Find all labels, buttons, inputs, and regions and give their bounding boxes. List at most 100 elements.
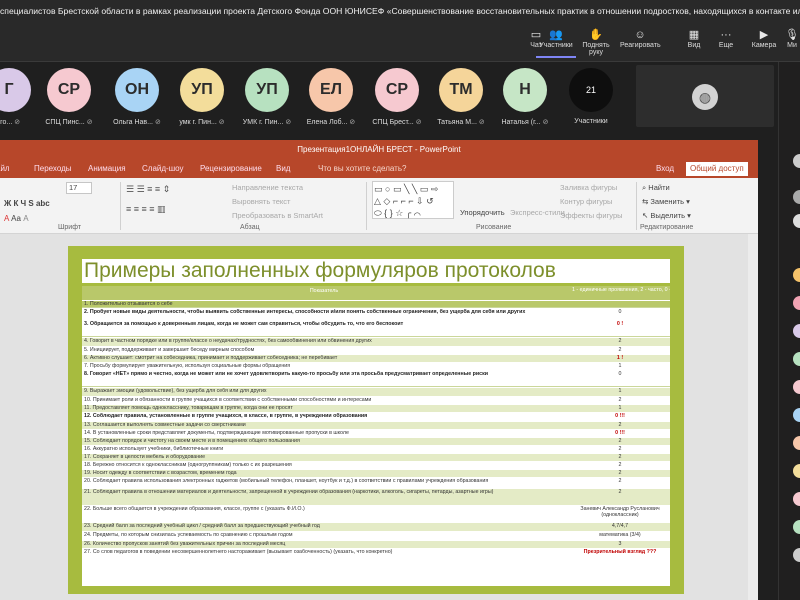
avatar: ЕЛ — [309, 68, 353, 112]
participant-avatar[interactable] — [793, 464, 800, 478]
row-value: 3 — [618, 541, 622, 547]
replace-button[interactable]: ⇆ Заменить ▾ — [642, 197, 690, 206]
participant-avatar[interactable] — [793, 324, 800, 338]
find-button[interactable]: ⌕ Найти — [642, 183, 670, 193]
ppt-tab[interactable]: Анимация — [88, 164, 126, 173]
row-value: 2 — [618, 446, 622, 452]
participant-avatar[interactable] — [793, 268, 800, 282]
row-indicator: 24. Предметы, по которым снизилась успев… — [84, 532, 293, 538]
participant-gallery: Г(го...⊘СРСПЦ Пинс...⊘ ОНОльга Нав...⊘УПу… — [0, 62, 624, 132]
participant-avatar[interactable] — [793, 296, 800, 310]
vertical-scrollbar[interactable] — [748, 234, 758, 600]
avatar: Н — [503, 68, 547, 112]
row-indicator: 20. Соблюдает правила использования элек… — [84, 478, 489, 484]
row-indicator: 10. Принимает роли и обязанности в групп… — [84, 397, 372, 403]
ribbon-group-font: Шрифт — [58, 224, 82, 231]
row-value: 2 — [618, 478, 622, 484]
row-value: 1 ! — [616, 355, 624, 361]
align-buttons[interactable]: ≡ ≡ ≡ ≡ ▥ — [126, 204, 166, 215]
participant-avatar[interactable] — [793, 408, 800, 422]
table-row: 24. Предметы, по которым снизилась успев… — [82, 532, 670, 540]
slide-title: Примеры заполненных формуляров протоколо… — [82, 259, 670, 283]
ppt-tab[interactable]: Что вы хотите сделать? — [318, 164, 406, 173]
more-icon: ··· — [720, 29, 732, 41]
participant-name-text: УМК г. Пин... — [242, 119, 284, 126]
table-row: 14. В установленные сроки представляет д… — [82, 430, 670, 437]
shape-fill-button[interactable]: Заливка фигуры — [560, 183, 617, 192]
participant-tile[interactable]: УП УМК г. Пин... ⊘ — [240, 68, 294, 132]
select-button[interactable]: ↖ Выделить ▾ — [642, 211, 691, 220]
mic-off-icon: ⊘ — [542, 119, 549, 126]
row-value: 2 — [618, 462, 622, 468]
table-row: 2. Пробует новые виды деятельности, чтоб… — [82, 309, 670, 320]
table-row: 1. Положительно отзывается о себе — [82, 301, 670, 308]
row-value: 2 — [618, 422, 622, 428]
participant-avatar[interactable] — [793, 352, 800, 366]
table-row: 7. Просьбу формулирует уважительную, исп… — [82, 363, 670, 370]
self-video-tile[interactable]: ◍ — [636, 65, 774, 127]
ppt-tab[interactable]: Переходы — [34, 164, 72, 173]
table-row: 26. Количество пропусков занятий без ува… — [82, 541, 670, 548]
shape-outline-button[interactable]: Контур фигуры — [560, 197, 612, 206]
mic-button[interactable]: 🎙 Ми — [772, 28, 800, 58]
participant-avatar[interactable] — [793, 190, 800, 204]
participant-tile[interactable]: Н Наталья (г... ⊘ — [498, 68, 552, 132]
participant-tile[interactable]: УП умк г. Пин... ⊘ — [175, 68, 229, 132]
font-size-box[interactable]: 17 — [66, 182, 92, 194]
ppt-tab[interactable]: Вид — [276, 164, 290, 173]
arrange-button[interactable]: Упорядочить — [460, 208, 505, 217]
shapes-gallery[interactable]: ▭ ○ ▭ ╲ ╲ ▭ ⇨ △ ◇ ⌐ ⌐ ⌐ ⇩ ↺ ⬭ { } ☆ ╭ ⌒ — [372, 181, 454, 219]
ppt-titlebar: Презентация1ОНЛАЙН БРЕСТ - PowerPoint — [0, 140, 758, 160]
list-buttons[interactable]: ☰ ☰ ≡ ≡ ⇕ — [126, 184, 170, 195]
participant-avatar[interactable] — [793, 492, 800, 506]
ppt-tab[interactable]: Вход — [656, 164, 674, 173]
row-indicator: 2. Пробует новые виды деятельности, чтоб… — [84, 309, 526, 315]
participant-avatar[interactable] — [793, 436, 800, 450]
font-color-button[interactable]: A Аа A — [4, 214, 29, 223]
avatar: УП — [180, 68, 224, 112]
participant-tile[interactable]: СР СПЦ Брест... ⊘ — [370, 68, 424, 132]
participant-avatar[interactable] — [793, 380, 800, 394]
person-icon: ◍ — [692, 84, 718, 110]
participant-avatar[interactable] — [793, 520, 800, 534]
participant-tile[interactable]: ТМ Татьяна М... ⊘ — [434, 68, 488, 132]
participant-name: Елена Лоб... ⊘ — [304, 118, 358, 126]
row-value: 0 — [618, 371, 622, 377]
align-text-button[interactable]: Выровнять текст — [232, 197, 290, 206]
ppt-tab[interactable]: Общий доступ — [686, 162, 748, 176]
participant-tile[interactable]: Г (го...⊘ — [0, 68, 36, 132]
mic-off-icon: ⊘ — [86, 119, 93, 126]
more-button[interactable]: ··· Еще — [706, 28, 746, 58]
table-row: 18. Бережно относится к одноклассникам (… — [82, 462, 670, 469]
ppt-tab[interactable]: Слайд-шоу — [142, 164, 183, 173]
row-indicator: 15. Соблюдает порядок и чистоту на своем… — [84, 438, 300, 444]
participant-avatar[interactable] — [793, 214, 800, 228]
table-row: 9. Выражает эмоции (удовольствие), без у… — [82, 388, 670, 396]
row-value: 0 !!! — [615, 413, 625, 419]
raise-label: Поднять руку — [582, 42, 610, 56]
table-row: 3. Обращается за помощью к доверенным ли… — [82, 321, 670, 337]
convert-smartart-button[interactable]: Преобразовать в SmartArt — [232, 211, 323, 220]
bold-button[interactable]: Ж К Ч S abc — [4, 199, 50, 208]
react-button[interactable]: ☺ Реагировать — [620, 28, 661, 58]
participant-avatar[interactable] — [793, 154, 800, 168]
participant-avatar[interactable] — [793, 548, 800, 562]
mic-off-icon: ⊘ — [478, 119, 485, 126]
meeting-header: специалистов Брестской области в рамках … — [0, 0, 800, 62]
people-icon: 👥 — [549, 29, 563, 41]
participant-tile[interactable]: ЕЛ Елена Лоб... ⊘ — [304, 68, 358, 132]
shape-effects-button[interactable]: Эффекты фигуры — [560, 211, 623, 220]
participant-name-text: Наталья (г... — [501, 119, 541, 126]
participant-tile[interactable]: 21 Участники — [564, 68, 618, 132]
participant-tile[interactable]: ОН Ольга Нав... ⊘ — [110, 68, 164, 132]
participant-tile[interactable]: СР СПЦ Пинс... ⊘ — [42, 68, 96, 132]
text-direction-button[interactable]: Направление текста — [232, 183, 303, 192]
ppt-ribbon-tabs: айл Переходы Анимация Слайд-шоу Рецензирован… — [0, 160, 758, 178]
ppt-tab[interactable]: айл — [0, 164, 10, 173]
raise-button[interactable]: ✋ Поднять руку — [576, 28, 616, 58]
quick-styles-button[interactable]: Экспресс-стили — [510, 208, 565, 217]
ppt-tab[interactable]: Рецензирование — [200, 164, 262, 173]
row-value: 0 !!! — [615, 430, 625, 436]
people-button[interactable]: 👥 Участники — [536, 28, 576, 58]
row-indicator: 14. В установленные сроки представляет д… — [84, 430, 349, 436]
